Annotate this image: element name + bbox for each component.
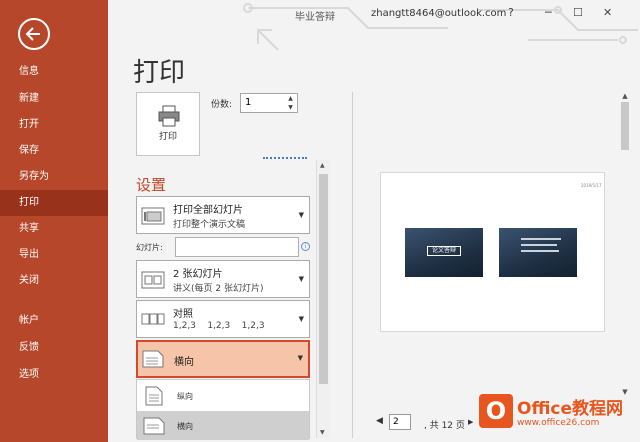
account-email[interactable]: zhangtt8464@outlook.com	[371, 8, 506, 19]
watermark-brand: Office教程网	[517, 399, 624, 419]
landscape-page-icon	[143, 417, 165, 435]
prev-page-button[interactable]: ◀	[376, 416, 383, 426]
close-button[interactable]: ✕	[603, 6, 612, 19]
print-range-subtitle: 打印整个演示文稿	[173, 220, 246, 230]
print-range-title: 打印全部幻灯片	[173, 205, 243, 216]
sidebar-item-account[interactable]: 帐户	[0, 308, 108, 334]
orientation-option-landscape[interactable]: 横向	[137, 411, 309, 440]
collate-icon	[141, 313, 165, 325]
watermark: O Office教程网 www.office26.com	[477, 392, 637, 438]
scrollbar-thumb[interactable]	[319, 174, 328, 384]
menu-item-label: 纵向	[177, 392, 193, 401]
minimize-button[interactable]: ─	[545, 6, 552, 19]
sidebar-item-info[interactable]: 信息	[0, 59, 108, 85]
backstage-sidebar: 信息 新建 打开 保存 另存为 打印 共享 导出 关闭 帐户 反馈 选项	[0, 0, 108, 442]
info-icon[interactable]: i	[301, 242, 310, 251]
title-bar: 毕业答辩 zhangtt8464@outlook.com ? ─ ☐ ✕	[108, 0, 640, 51]
pane-divider	[352, 92, 353, 438]
handout-layout-icon	[141, 271, 165, 289]
sidebar-item-export[interactable]: 导出	[0, 242, 108, 268]
sidebar-item-close[interactable]: 关闭	[0, 268, 108, 294]
orientation-option-portrait[interactable]: 纵向	[137, 381, 309, 410]
spin-down-icon[interactable]: ▼	[286, 104, 295, 112]
office-logo-icon: O	[479, 394, 513, 428]
collate-dropdown[interactable]: 对照 1,2,3 1,2,3 1,2,3 ▼	[136, 300, 310, 338]
scroll-down-icon[interactable]: ▼	[320, 429, 325, 436]
copies-label: 份数:	[211, 100, 233, 110]
help-button[interactable]: ?	[508, 6, 514, 19]
scrollbar-thumb[interactable]	[621, 102, 629, 150]
slides-stack-icon	[141, 207, 165, 225]
layout-subtitle: 讲义(每页 2 张幻灯片)	[173, 284, 264, 294]
collate-subtitle: 1,2,3 1,2,3 1,2,3	[173, 321, 265, 331]
sidebar-item-open[interactable]: 打开	[0, 112, 108, 138]
settings-scrollbar[interactable]: ▲ ▼	[316, 160, 330, 438]
page-total: , 共 12 页	[424, 421, 465, 431]
scroll-up-icon[interactable]: ▲	[320, 162, 325, 169]
layout-title: 2 张幻灯片	[173, 269, 223, 280]
preview-slide-2	[499, 228, 577, 277]
page-number-input[interactable]: 2	[389, 414, 411, 430]
slides-input[interactable]	[175, 237, 299, 257]
print-button-label: 打印	[158, 132, 177, 142]
sidebar-item-save[interactable]: 保存	[0, 138, 108, 164]
slide-title-box: 论文答辩	[427, 246, 461, 256]
orientation-dropdown[interactable]: 横向 ▼	[136, 340, 310, 378]
document-name: 毕业答辩	[295, 12, 335, 23]
settings-heading: 设置	[136, 176, 167, 194]
print-preview-page: 2019/5/17 论文答辩	[380, 172, 605, 332]
sidebar-item-new[interactable]: 新建	[0, 86, 108, 112]
orientation-selected: 横向	[174, 357, 194, 368]
portrait-page-icon	[145, 386, 163, 406]
chevron-down-icon: ▼	[298, 275, 304, 283]
slide-text-line	[521, 244, 557, 246]
page-title: 打印	[133, 58, 186, 88]
printer-properties-link[interactable]	[263, 157, 307, 159]
printer-icon	[158, 105, 180, 127]
preview-scrollbar[interactable]: ▲ ▼	[620, 92, 630, 398]
chevron-down-icon: ▼	[298, 211, 304, 219]
layout-dropdown[interactable]: 2 张幻灯片 讲义(每页 2 张幻灯片) ▼	[136, 260, 310, 298]
app-window: 信息 新建 打开 保存 另存为 打印 共享 导出 关闭 帐户 反馈 选项 毕业答…	[0, 0, 640, 442]
next-page-button[interactable]: ▶	[468, 418, 473, 426]
slides-label: 幻灯片:	[136, 243, 163, 252]
collate-title: 对照	[173, 309, 193, 320]
restore-button[interactable]: ☐	[573, 6, 583, 19]
copies-value: 1	[245, 97, 252, 108]
chevron-down-icon: ▼	[298, 315, 304, 323]
slide-text-line	[521, 238, 561, 240]
sidebar-item-options[interactable]: 选项	[0, 362, 108, 388]
spin-up-icon[interactable]: ▲	[286, 95, 295, 103]
preview-slide-1: 论文答辩	[405, 228, 483, 277]
preview-date: 2019/5/17	[581, 183, 602, 188]
print-range-dropdown[interactable]: 打印全部幻灯片 打印整个演示文稿 ▼	[136, 196, 310, 234]
watermark-url: www.office26.com	[517, 418, 600, 428]
scroll-up-icon[interactable]: ▲	[620, 92, 630, 100]
sidebar-item-share[interactable]: 共享	[0, 216, 108, 242]
orientation-menu: 纵向 横向	[136, 379, 310, 440]
sidebar-item-print[interactable]: 打印	[0, 190, 108, 216]
chevron-down-icon: ▼	[297, 354, 303, 362]
print-button[interactable]: 打印	[136, 92, 200, 156]
sidebar-item-save-as[interactable]: 另存为	[0, 164, 108, 190]
back-button[interactable]	[18, 18, 50, 50]
back-arrow-icon	[25, 27, 40, 41]
menu-item-label: 横向	[177, 422, 193, 431]
sidebar-item-feedback[interactable]: 反馈	[0, 335, 108, 361]
copies-input[interactable]: 1 ▲ ▼	[240, 93, 298, 113]
slide-text-line	[521, 250, 559, 252]
landscape-page-icon	[142, 350, 164, 368]
